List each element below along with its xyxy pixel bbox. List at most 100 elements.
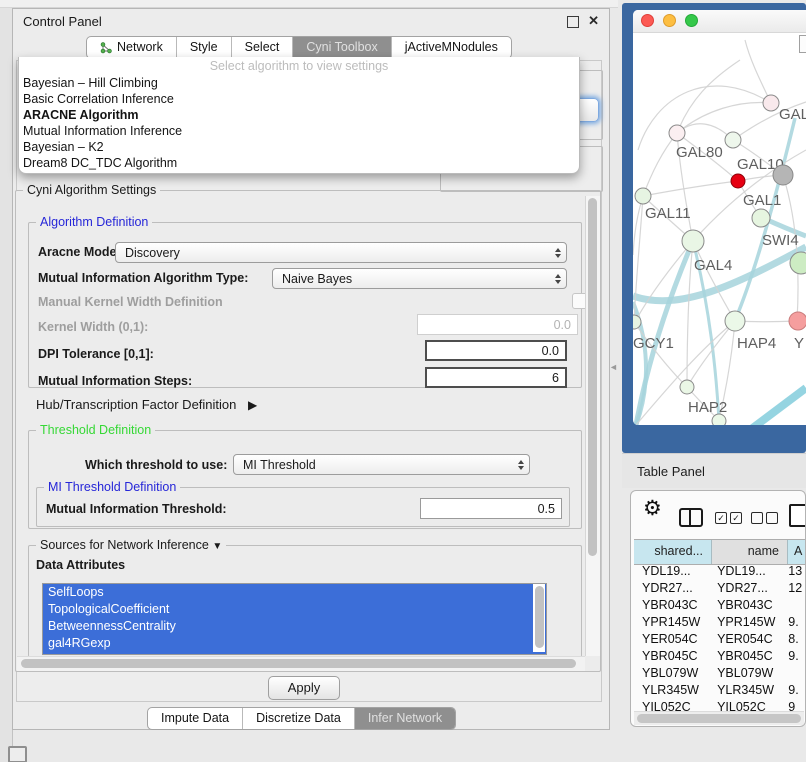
node-label: GAL4 [694,257,732,274]
mi-threshold-value: 0.5 [538,502,555,516]
network-node-gal80[interactable] [669,125,685,141]
close-traffic-light-icon[interactable] [641,14,654,27]
float-window-icon[interactable] [567,16,579,28]
algorithm-option-basic-correlation-inference[interactable]: Basic Correlation Inference [19,91,579,107]
table-row[interactable]: YBL079WYBL079W [634,665,806,682]
network-edge [745,40,771,103]
column-header-shared[interactable]: shared... [634,540,712,564]
table-header-row: shared...nameA [634,539,806,565]
network-icon [100,42,112,54]
settings-vertical-scrollbar[interactable] [585,196,600,656]
table-row[interactable]: YDL19...YDL19...13 [634,563,806,580]
hub-definition-toggle[interactable]: Hub/Transcription Factor Definition ▶ [36,397,257,412]
network-node-hap4[interactable] [725,311,745,331]
algorithm-option-dream8-dc-tdc-algorithm[interactable]: Dream8 DC_TDC Algorithm [19,155,579,171]
stepper-arrows-icon [518,460,529,470]
panel-splitter-handle[interactable]: ◄ [609,362,618,372]
aracne-mode-label: Aracne Mode: [38,245,121,259]
tab-select[interactable]: Select [231,37,293,58]
tab-impute-data[interactable]: Impute Data [148,708,242,729]
mi-threshold-field[interactable]: 0.5 [420,498,562,519]
network-node-swi4[interactable] [752,209,770,227]
zoom-traffic-light-icon[interactable] [685,14,698,27]
table-cell: YIL052C [634,699,709,711]
network-node-gal[interactable] [763,95,779,111]
scrollbar-thumb[interactable] [535,586,544,648]
table-row[interactable]: YBR045CYBR045C9. [634,648,806,665]
apply-button[interactable]: Apply [268,676,340,700]
network-node-y[interactable] [789,312,806,330]
attribute-item-betweennesscentrality[interactable]: BetweennessCentrality [43,618,546,635]
table-horizontal-scrollbar[interactable] [634,711,804,725]
attribute-item-gal4rgexp[interactable]: gal4RGexp [43,635,546,652]
table-row[interactable]: YLR345WYLR345W9. [634,682,806,699]
scrollbar-thumb[interactable] [21,659,576,668]
threshold-definition-title: Threshold Definition [36,423,155,437]
algorithm-option-aracne-algorithm[interactable]: ARACNE Algorithm [19,107,579,123]
sources-group-title[interactable]: Sources for Network Inference ▼ [36,538,226,552]
tab-cyni-toolbox[interactable]: Cyni Toolbox [292,37,390,58]
gear-icon[interactable]: ⚙ [643,496,662,521]
node-label: GAL [779,106,806,123]
node-label: SWI4 [762,232,799,249]
stepper-arrows-icon [555,274,566,284]
aracne-mode-select[interactable]: Discovery [115,242,567,263]
split-columns-icon[interactable] [679,508,703,527]
mi-threshold-definition-group: MI Threshold Definition Mutual Informati… [36,487,570,527]
settings-horizontal-scrollbar[interactable] [17,656,585,671]
tab-label: Impute Data [161,708,229,729]
network-node-gal4[interactable] [682,230,704,252]
network-node[interactable] [773,165,793,185]
deselect-all-checkboxes-icon[interactable] [751,512,778,524]
close-icon[interactable]: ✕ [588,13,599,29]
tab-discretize-data[interactable]: Discretize Data [242,708,354,729]
mi-steps-field[interactable]: 6 [425,367,567,388]
network-node-gal11[interactable] [635,188,651,204]
network-canvas[interactable]: GALGAL80GAL10GAL1GAL11SWI4GAL4GCY1HAP4YH… [633,32,806,425]
panel-title: Control Panel [23,14,102,29]
algorithm-option-mutual-information-inference[interactable]: Mutual Information Inference [19,123,579,139]
scrollbar-thumb[interactable] [637,714,801,723]
tab-jactivemnodules[interactable]: jActiveMNodules [391,37,511,58]
network-node[interactable] [712,414,726,425]
network-window[interactable]: GALGAL80GAL10GAL1GAL11SWI4GAL4GCY1HAP4YH… [633,10,806,425]
table-cell: YDR27... [634,580,709,597]
table-cell: YBR043C [709,597,782,614]
tab-style[interactable]: Style [176,37,231,58]
network-node-hap2[interactable] [680,380,694,394]
tab-network[interactable]: Network [87,37,176,58]
table-cell: 13 [782,563,806,580]
mi-threshold-label: Mutual Information Threshold: [46,502,227,516]
attribute-item-selfloops[interactable]: SelfLoops [43,584,546,601]
scrollbar-thumb[interactable] [588,198,597,556]
column-header-name[interactable]: name [712,540,788,564]
mi-type-label: Mutual Information Algorithm Type: [38,271,248,285]
node-label: HAP2 [688,399,727,416]
attribute-list-scrollbar[interactable] [533,584,545,652]
algorithm-option-bayesian-k2[interactable]: Bayesian – K2 [19,139,579,155]
network-node-gal10[interactable] [725,132,741,148]
table-row[interactable]: YDR27...YDR27...12 [634,580,806,597]
algorithm-option-bayesian-hill-climbing[interactable]: Bayesian – Hill Climbing [19,75,579,91]
which-threshold-select[interactable]: MI Threshold [233,454,530,475]
network-window-titlebar[interactable] [633,10,806,33]
mi-type-select[interactable]: Naive Bayes [272,268,567,289]
tab-infer-network[interactable]: Infer Network [354,708,455,729]
network-node-gal1[interactable] [731,174,745,188]
table-cell: 8. [782,631,806,648]
minimize-traffic-light-icon[interactable] [663,14,676,27]
hub-definition-label: Hub/Transcription Factor Definition [36,397,236,412]
threshold-definition-group: Threshold Definition Which threshold to … [28,430,582,529]
select-all-checkboxes-icon[interactable]: ✓ ✓ [715,512,742,524]
table-row[interactable]: YBR043CYBR043C [634,597,806,614]
dock-window-icon[interactable] [8,746,27,762]
attribute-item-topologicalcoefficient[interactable]: TopologicalCoefficient [43,601,546,618]
dpi-tolerance-field[interactable]: 0.0 [425,340,567,361]
tab-label: jActiveMNodules [405,37,498,58]
column-header-a[interactable]: A [788,540,806,564]
new-table-icon[interactable] [789,504,806,527]
kernel-width-field[interactable]: 0.0 [417,314,578,335]
table-row[interactable]: YER054CYER054C8. [634,631,806,648]
table-row[interactable]: YPR145WYPR145W9. [634,614,806,631]
table-row[interactable]: YIL052CYIL052C9 [634,699,806,711]
